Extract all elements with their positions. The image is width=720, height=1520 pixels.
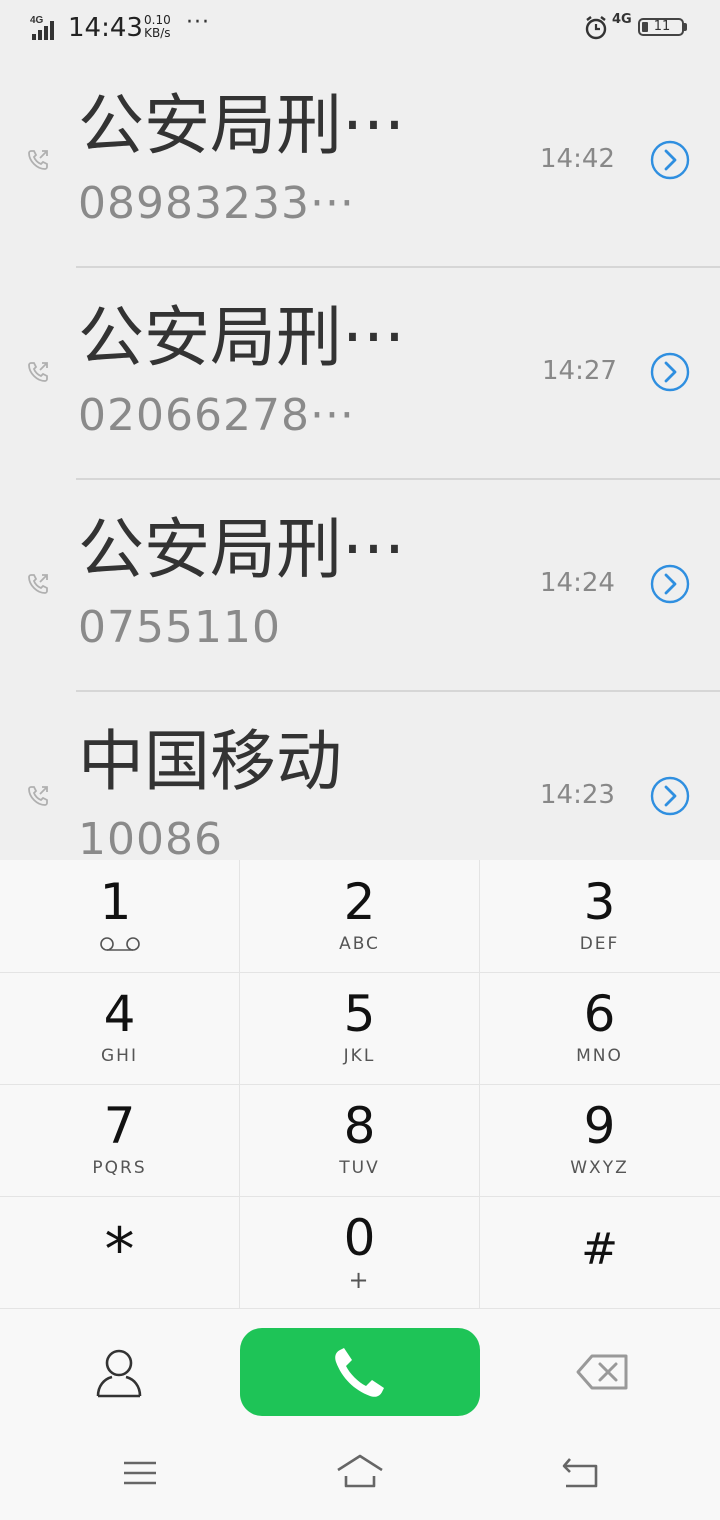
key-6[interactable]: 6 MNO — [480, 972, 719, 1083]
phone-number: 10086 — [78, 814, 223, 860]
key-letters: TUV — [339, 1158, 380, 1178]
key-digit: 6 — [583, 985, 616, 1043]
key-4[interactable]: 4 GHI — [0, 972, 239, 1083]
key-0[interactable]: 0 + — [240, 1196, 479, 1307]
network-speed-unit: KB/s — [144, 26, 171, 40]
call-log-item[interactable]: 公安局刑··· 08983233··· 14:42 — [0, 56, 720, 268]
key-digit: 8 — [343, 1097, 376, 1155]
call-time: 14:42 — [540, 144, 615, 174]
network-type-right: 4G — [612, 12, 632, 27]
key-9[interactable]: 9 WXYZ — [480, 1084, 719, 1195]
key-digit: 7 — [103, 1097, 136, 1155]
key-digit: # — [581, 1224, 618, 1275]
phone-number: 08983233··· — [78, 178, 355, 229]
contact-name: 中国移动 — [78, 723, 342, 800]
call-detail-icon[interactable] — [650, 352, 690, 392]
call-log-item[interactable]: 公安局刑··· 0755110 14:24 — [0, 480, 720, 692]
battery-level: 11 — [653, 19, 671, 34]
key-digit: 0 — [343, 1209, 376, 1267]
key-1[interactable]: 1 — [0, 860, 239, 971]
contacts-icon[interactable] — [94, 1346, 144, 1400]
backspace-icon[interactable] — [574, 1352, 630, 1392]
alarm-icon — [585, 16, 607, 40]
key-digit: 3 — [583, 873, 616, 931]
home-icon[interactable] — [334, 1452, 386, 1492]
key-letters: + — [348, 1266, 371, 1294]
outgoing-call-icon — [28, 150, 48, 170]
call-log-item[interactable]: 公安局刑··· 02066278··· 14:27 — [0, 268, 720, 480]
call-time: 14:24 — [540, 568, 615, 598]
voicemail-icon — [100, 937, 140, 951]
key-letters: DEF — [579, 934, 620, 954]
key-digit: 1 — [99, 873, 132, 931]
battery-icon: 11 — [638, 18, 684, 36]
key-letters: GHI — [101, 1046, 138, 1066]
outgoing-call-icon — [28, 574, 48, 594]
menu-icon[interactable] — [122, 1458, 158, 1488]
call-detail-icon[interactable] — [650, 140, 690, 180]
status-bar: 4G 14:43 0.10 KB/s ··· 4G 11 — [0, 0, 720, 56]
contact-name: 公安局刑··· — [78, 87, 405, 164]
key-digit: 9 — [583, 1097, 616, 1155]
call-log-item[interactable]: 中国移动 10086 14:23 — [0, 692, 720, 860]
navigation-bar — [0, 1438, 720, 1520]
network-speed: 0.10 KB/s — [144, 14, 171, 40]
key-letters: ABC — [339, 934, 380, 954]
outgoing-call-icon — [28, 362, 48, 382]
call-detail-icon[interactable] — [650, 564, 690, 604]
key-letters: MNO — [576, 1046, 623, 1066]
key-digit: 5 — [343, 985, 376, 1043]
key-8[interactable]: 8 TUV — [240, 1084, 479, 1195]
battery-tip — [684, 23, 687, 31]
phone-icon — [335, 1348, 384, 1397]
call-log-list[interactable]: 公安局刑··· 08983233··· 14:42 公安局刑··· 020662… — [0, 56, 720, 860]
key-digit: 4 — [103, 985, 136, 1043]
dialer-actions — [0, 1308, 720, 1438]
status-time: 14:43 — [68, 13, 143, 43]
signal-icon: 4G — [30, 15, 54, 40]
key-letters: PQRS — [92, 1158, 147, 1178]
call-time: 14:27 — [542, 356, 617, 386]
key-digit: 2 — [343, 873, 376, 931]
key-star[interactable]: * — [0, 1196, 239, 1307]
more-notifications-icon: ··· — [186, 10, 210, 35]
key-hash[interactable]: # — [480, 1196, 719, 1307]
phone-number: 02066278··· — [78, 390, 355, 441]
phone-number: 0755110 — [78, 602, 281, 653]
call-time: 14:23 — [540, 780, 615, 810]
key-letters: WXYZ — [570, 1158, 629, 1178]
call-detail-icon[interactable] — [650, 776, 690, 816]
key-2[interactable]: 2 ABC — [240, 860, 479, 971]
key-digit: * — [104, 1215, 135, 1285]
key-7[interactable]: 7 PQRS — [0, 1084, 239, 1195]
key-5[interactable]: 5 JKL — [240, 972, 479, 1083]
call-button[interactable] — [240, 1328, 480, 1416]
contact-name: 公安局刑··· — [78, 511, 405, 588]
dialpad: 1 2 ABC 3 DEF 4 GHI 5 JKL 6 MNO 7 PQRS 8… — [0, 860, 720, 1520]
key-3[interactable]: 3 DEF — [480, 860, 719, 971]
outgoing-call-icon — [28, 786, 48, 806]
key-letters: JKL — [343, 1046, 376, 1066]
back-icon[interactable] — [560, 1456, 600, 1490]
network-type-left: 4G — [30, 15, 44, 26]
contact-name: 公安局刑··· — [78, 299, 405, 376]
